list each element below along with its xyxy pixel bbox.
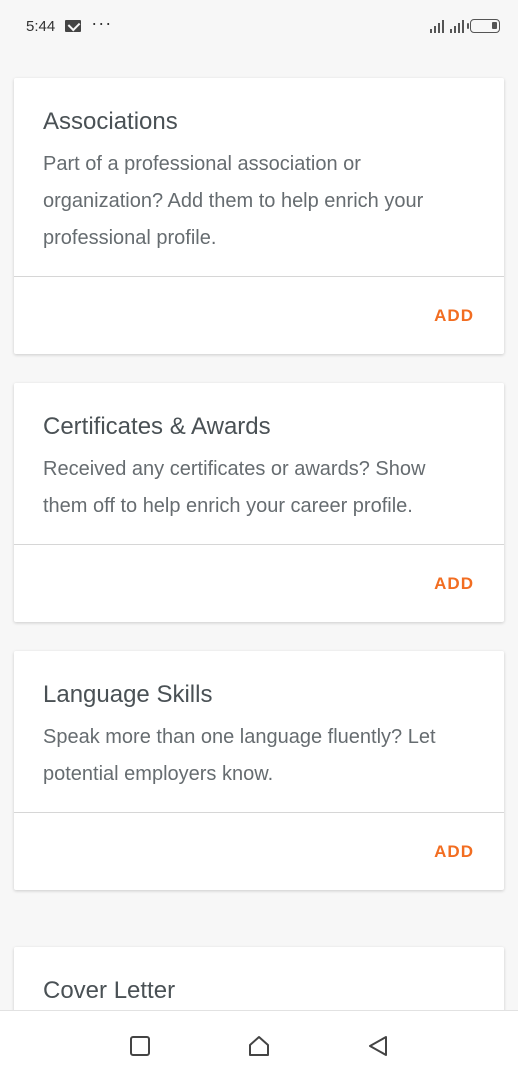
language-skills-card: Language Skills Speak more than one lang… (14, 651, 504, 890)
add-language-button[interactable]: ADD (434, 842, 474, 862)
battery-icon (467, 19, 500, 33)
card-title: Associations (43, 108, 178, 135)
card-divider (14, 544, 504, 545)
card-description: Received any certificates or awards? Sho… (43, 458, 426, 517)
card-title: Cover Letter (43, 977, 176, 1004)
clock: 5:44 (26, 17, 56, 35)
signal-icon-2 (450, 19, 464, 33)
back-button[interactable] (358, 1026, 398, 1066)
card-description: Part of a professional association or or… (43, 153, 424, 249)
card-divider (14, 276, 504, 277)
recent-apps-icon (129, 1035, 150, 1056)
card-title: Language Skills (43, 681, 213, 708)
status-bar: 5:44 ··· (0, 0, 518, 52)
card-divider (14, 812, 504, 813)
add-association-button[interactable]: ADD (434, 306, 474, 326)
signal-icon (430, 19, 444, 33)
associations-card: Associations Part of a professional asso… (14, 78, 504, 354)
mail-icon (65, 20, 82, 32)
more-notifications-icon: ··· (91, 12, 113, 33)
card-description: Speak more than one language fluently? L… (43, 726, 436, 785)
certificates-awards-card: Certificates & Awards Received any certi… (14, 383, 504, 622)
recent-apps-button[interactable] (120, 1026, 160, 1066)
profile-sections-list[interactable]: Associations Part of a professional asso… (0, 52, 518, 1010)
cover-letter-card: Cover Letter (14, 947, 504, 1010)
home-icon (248, 1035, 269, 1056)
home-button[interactable] (239, 1026, 279, 1066)
back-icon (369, 1035, 388, 1056)
card-title: Certificates & Awards (43, 413, 271, 440)
add-certificate-button[interactable]: ADD (434, 574, 474, 594)
system-navigation-bar (0, 1010, 518, 1080)
